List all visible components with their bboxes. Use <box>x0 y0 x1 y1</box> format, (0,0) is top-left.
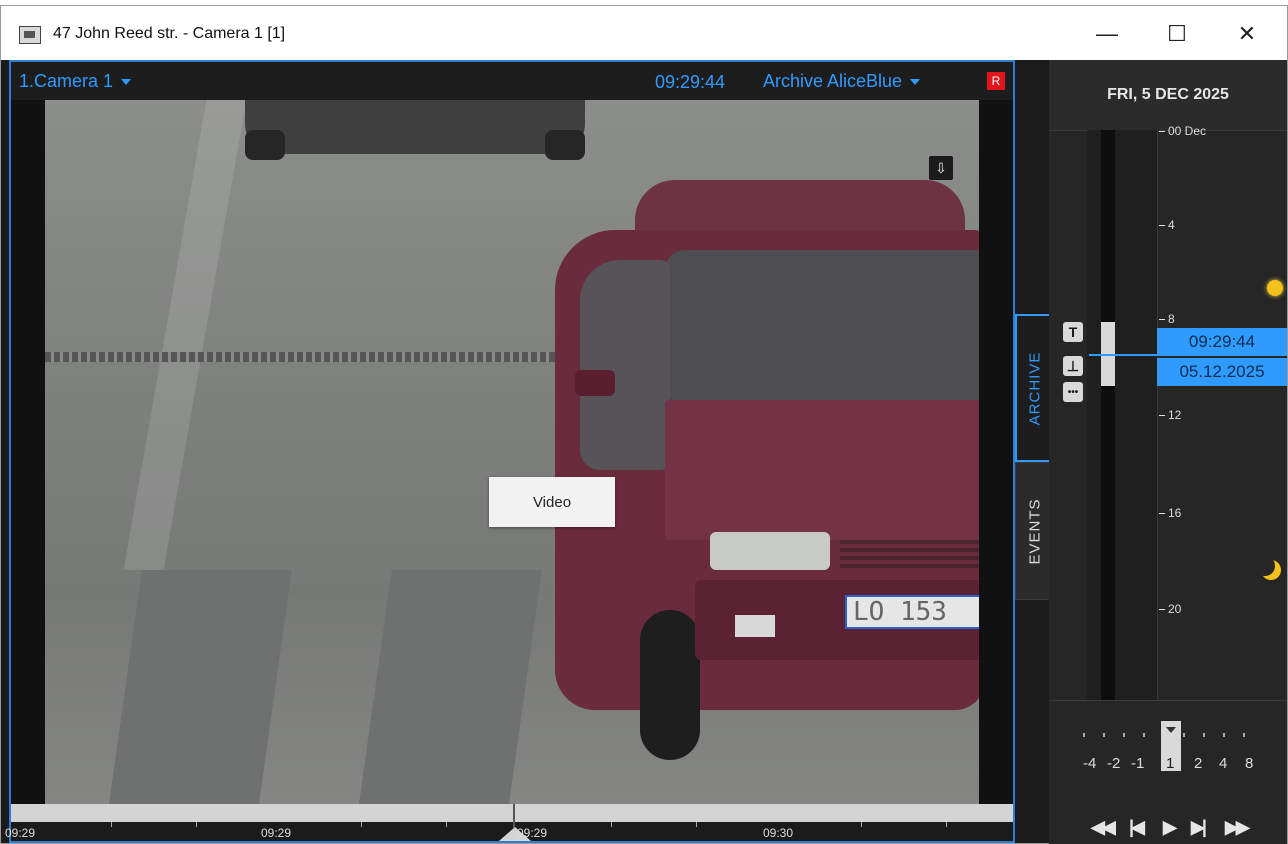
hour-label: 4 <box>1159 218 1175 232</box>
car-side-window <box>580 260 670 470</box>
timeline-tick <box>946 822 947 827</box>
speed-option-selected[interactable]: 1 <box>1166 755 1174 772</box>
timeline-tick <box>611 822 612 827</box>
archive-selector-label: Archive AliceBlue <box>763 71 903 91</box>
timeline-tick <box>446 822 447 827</box>
hour-label: 20 <box>1159 602 1181 616</box>
timeline-label: 09:29 <box>517 826 548 840</box>
video-header: 1.Camera 1 09:29:44 Archive AliceBlue R <box>11 62 1013 100</box>
car-headlight <box>710 532 830 570</box>
speed-option[interactable]: -4 <box>1083 755 1096 772</box>
tab-events-label: EVENTS <box>1026 497 1044 565</box>
car-fog-light <box>735 615 775 637</box>
car-wheel <box>545 130 585 160</box>
hour-label: 00 Dec <box>1159 124 1206 138</box>
camera-app-icon <box>19 26 41 44</box>
speed-option[interactable]: 8 <box>1245 755 1253 772</box>
rewind-button[interactable]: ◀◀ <box>1091 817 1116 838</box>
timeline-label: 09:30 <box>763 826 794 840</box>
hour-label: 16 <box>1159 506 1181 520</box>
hour-label: 12 <box>1159 408 1181 422</box>
hour-label: 8 <box>1159 312 1175 326</box>
car-mirror <box>575 370 615 396</box>
timeline-label: 09:29 <box>5 826 36 840</box>
video-frame[interactable]: LO 153 ⇩ ⚑ Video <box>45 100 979 804</box>
minimize-button[interactable]: — <box>1079 14 1135 54</box>
red-car: LO 153 <box>555 180 979 760</box>
background-car <box>245 100 585 160</box>
speed-option[interactable]: 2 <box>1194 755 1202 772</box>
cursor-date: 05.12.2025 <box>1157 358 1287 386</box>
car-windshield <box>665 250 979 400</box>
video-panel[interactable]: 1.Camera 1 09:29:44 Archive AliceBlue R <box>5 60 1015 843</box>
timeline-tick <box>696 822 697 827</box>
window-content: 1.Camera 1 09:29:44 Archive AliceBlue R <box>1 60 1287 844</box>
timeline-bar[interactable] <box>11 804 1013 822</box>
sun-icon <box>1267 280 1283 296</box>
range-bottom-button[interactable]: ⊥ <box>1063 356 1083 376</box>
car-grille <box>840 540 979 570</box>
camera-window: 47 John Reed str. - Camera 1 [1] — ☐ ✕ 1… <box>0 5 1288 844</box>
speed-option[interactable]: 4 <box>1219 755 1227 772</box>
car-wheel <box>245 130 285 160</box>
archive-sidebar: FRI, 5 DEC 2025 00 Dec 4 8 12 16 20 T ⊥ … <box>1049 60 1287 844</box>
record-badge[interactable]: R <box>987 72 1005 90</box>
road-marking <box>123 100 247 570</box>
speed-control: -4 -2 -1 1 2 4 8 ◀◀ |◀ ▶ ▶| ▶▶ <box>1049 700 1287 844</box>
video-timeline[interactable]: 09:29 09:29 09:29 09:30 <box>5 804 1013 841</box>
video-context-menu-item[interactable]: Video <box>489 477 615 527</box>
camera-selector-label: 1.Camera 1 <box>19 71 114 91</box>
next-frame-button[interactable]: ▶| <box>1191 817 1207 838</box>
export-frame-icon[interactable]: ⇩ <box>929 156 953 180</box>
moon-icon <box>1255 556 1281 580</box>
car-tire <box>640 610 700 760</box>
maximize-button[interactable]: ☐ <box>1149 14 1205 54</box>
chevron-down-icon <box>910 79 921 86</box>
timeline-tick <box>196 822 197 827</box>
range-top-button[interactable]: T <box>1063 322 1083 342</box>
archive-scale-track[interactable] <box>1087 130 1157 700</box>
archive-selector[interactable]: Archive AliceBlue <box>763 71 921 92</box>
crosswalk-stripe <box>358 570 542 804</box>
window-title: 47 John Reed str. - Camera 1 [1] <box>53 25 286 42</box>
road-drain <box>45 352 565 362</box>
close-button[interactable]: ✕ <box>1219 14 1275 54</box>
car-hood <box>665 400 979 540</box>
previous-frame-button[interactable]: |◀ <box>1129 817 1145 838</box>
video-time: 09:29:44 <box>655 72 726 92</box>
license-plate: LO 153 <box>845 595 979 629</box>
tab-archive-label: ARCHIVE <box>1026 351 1044 425</box>
timeline-tick <box>861 822 862 827</box>
title-bar: 47 John Reed str. - Camera 1 [1] — ☐ ✕ <box>1 6 1287 60</box>
timeline-label: 09:29 <box>261 826 292 840</box>
timeline-tick <box>361 822 362 827</box>
crosswalk-stripe <box>108 570 292 804</box>
camera-selector[interactable]: 1.Camera 1 <box>19 71 132 92</box>
speed-option[interactable]: -1 <box>1131 755 1144 772</box>
archive-scale-inner <box>1101 130 1115 700</box>
timeline-cursor <box>513 804 515 828</box>
scale-divider <box>1157 130 1158 700</box>
cursor-time: 09:29:44 <box>1157 328 1287 356</box>
fast-forward-button[interactable]: ▶▶ <box>1225 817 1250 838</box>
play-button[interactable]: ▶ <box>1163 817 1177 838</box>
timeline-tick <box>111 822 112 827</box>
speed-option[interactable]: -2 <box>1107 755 1120 772</box>
archive-date[interactable]: FRI, 5 DEC 2025 <box>1049 60 1287 131</box>
chevron-down-icon <box>121 79 132 86</box>
more-options-button[interactable]: ••• <box>1063 382 1083 402</box>
